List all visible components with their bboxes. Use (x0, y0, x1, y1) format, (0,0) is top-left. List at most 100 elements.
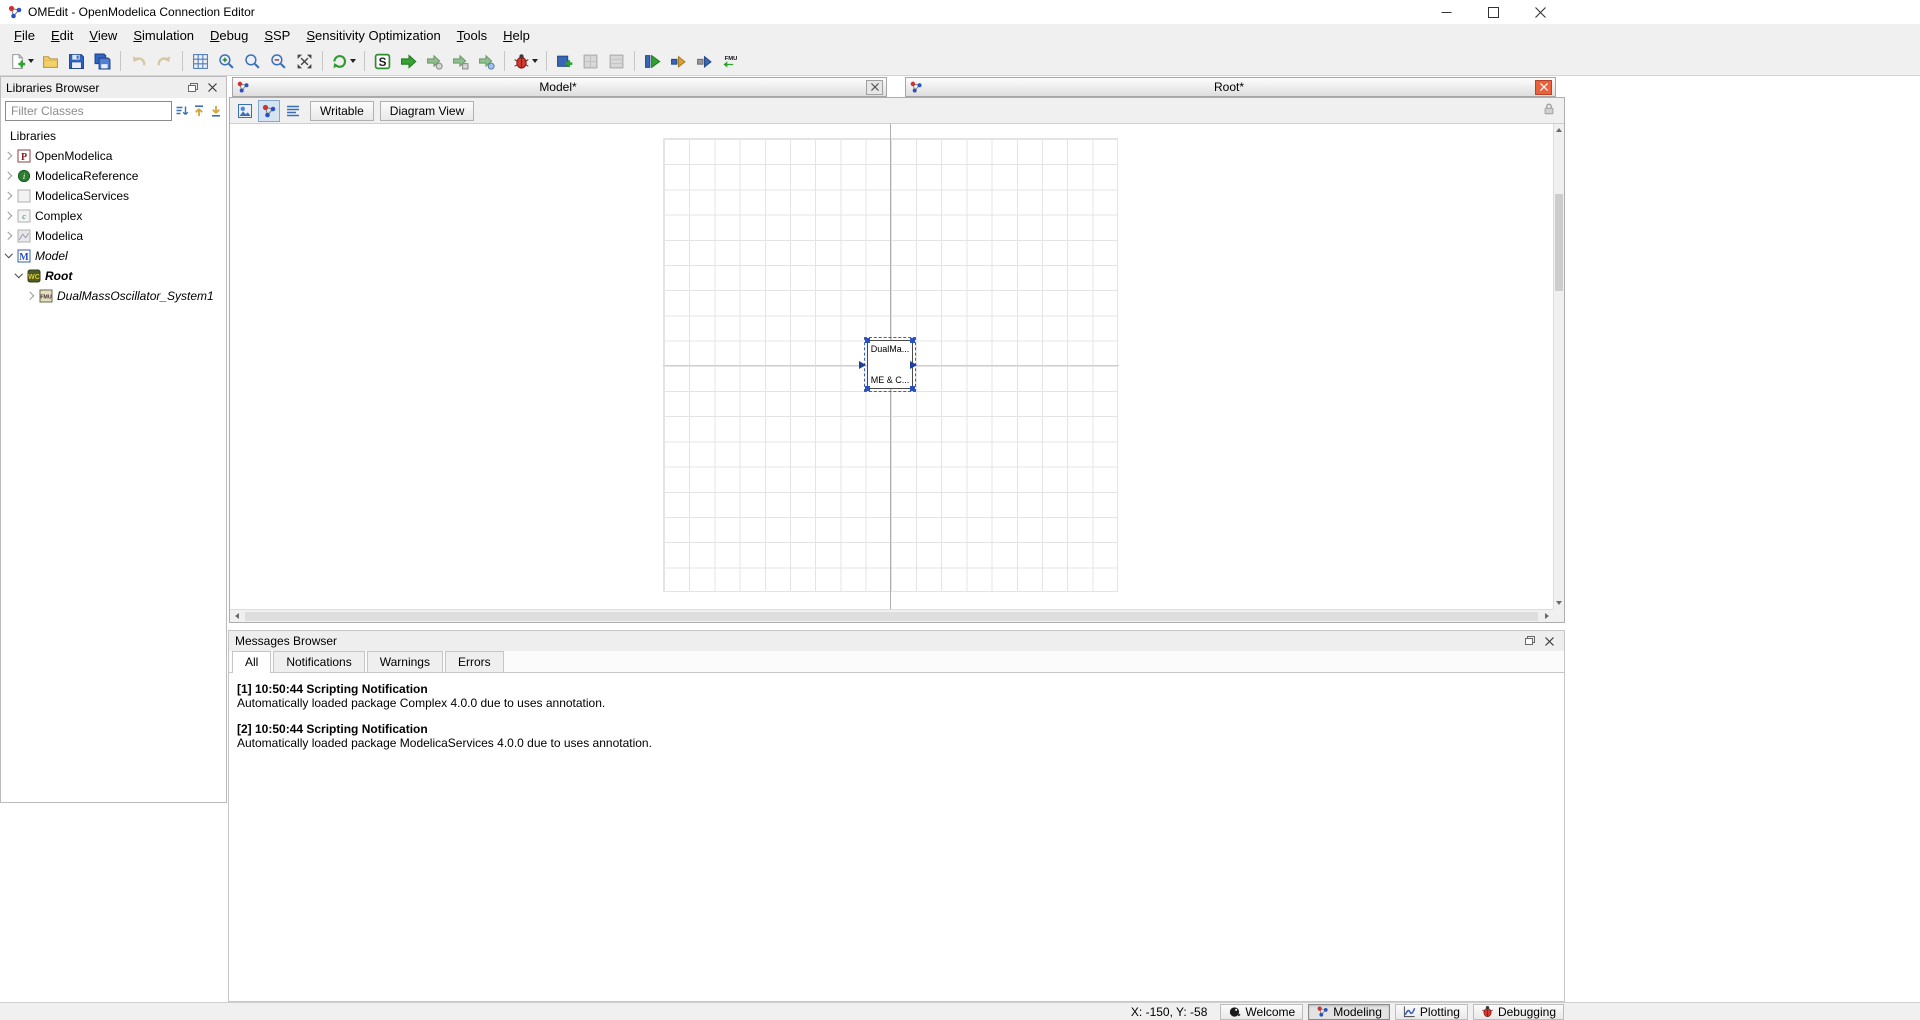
menu-tools[interactable]: Tools (449, 25, 495, 46)
collapse-all-button[interactable] (209, 102, 223, 121)
tree-item-modelicaservices[interactable]: ModelicaServices (1, 186, 226, 206)
zoom-in-button[interactable] (214, 49, 239, 74)
menu-sensitivity-optimization[interactable]: Sensitivity Optimization (298, 25, 448, 46)
tab-warnings[interactable]: Warnings (367, 651, 443, 672)
resize-handle[interactable] (865, 386, 870, 391)
tlm-simulate-button[interactable] (640, 49, 665, 74)
add-submodel-fmu-icon: FMU (722, 53, 739, 70)
perspective-modeling-button[interactable]: Modeling (1308, 1004, 1390, 1020)
model-window-titlebar[interactable]: Model* (232, 77, 887, 97)
fetch-interface-data-button[interactable] (666, 49, 691, 74)
menu-edit[interactable]: Edit (43, 25, 81, 46)
expand-chevron-icon[interactable] (5, 192, 13, 200)
perspective-welcome-button[interactable]: Welcome (1220, 1004, 1303, 1020)
perspective-plotting-button[interactable]: Plotting (1395, 1004, 1468, 1020)
resize-handle[interactable] (865, 338, 870, 343)
root-window-titlebar[interactable]: Root* (905, 77, 1556, 97)
vertical-scrollbar[interactable] (1553, 124, 1564, 609)
check-all-models-button[interactable] (604, 49, 629, 74)
debug-button[interactable] (510, 49, 541, 74)
icon-view-button[interactable] (234, 100, 256, 122)
align-interfaces-button[interactable] (692, 49, 717, 74)
filter-classes-input[interactable] (5, 101, 172, 121)
simulate-transformational-debugger-button[interactable] (422, 49, 447, 74)
minimize-button[interactable] (1423, 0, 1470, 24)
zoom-out-button[interactable] (266, 49, 291, 74)
root-window-close-button[interactable] (1535, 80, 1552, 95)
tab-errors[interactable]: Errors (445, 651, 504, 672)
simulate-animation-button[interactable] (474, 49, 499, 74)
statusbar: X: -150, Y: -58 Welcome Modeling Plottin… (0, 1002, 1920, 1020)
component-dualmassoscillator[interactable]: DualMa... ME & C... (867, 340, 913, 389)
perspective-debugging-button[interactable]: Debugging (1473, 1004, 1564, 1020)
expand-chevron-icon[interactable] (5, 212, 13, 220)
simulate-button[interactable] (396, 49, 421, 74)
menu-file[interactable]: File (6, 25, 43, 46)
resize-handle[interactable] (910, 338, 915, 343)
tab-all[interactable]: All (232, 651, 271, 673)
redo-button[interactable] (152, 49, 177, 74)
menu-debug[interactable]: Debug (202, 25, 256, 46)
vertical-scroll-thumb[interactable] (1555, 194, 1563, 291)
output-connector-icon[interactable] (910, 361, 917, 369)
collapse-chevron-icon[interactable] (5, 252, 13, 260)
menu-ssp[interactable]: SSP (256, 25, 298, 46)
menu-help[interactable]: Help (495, 25, 538, 46)
expand-chevron-icon[interactable] (5, 152, 13, 160)
toolbar-separator (546, 51, 547, 71)
sort-classes-button[interactable] (175, 102, 189, 121)
close-dock-button[interactable] (1541, 634, 1558, 649)
view-mode-button[interactable]: Diagram View (380, 101, 474, 121)
simulate-algorithmic-debugger-button[interactable] (448, 49, 473, 74)
save-button[interactable] (64, 49, 89, 74)
input-connector-icon[interactable] (859, 361, 866, 369)
float-dock-button[interactable] (184, 80, 201, 95)
fit-to-diagram-button[interactable] (292, 49, 317, 74)
instantiate-model-button[interactable] (552, 49, 577, 74)
model-window-close-button[interactable] (866, 80, 883, 95)
simulation-setup-button[interactable]: S (370, 49, 395, 74)
tree-item-root[interactable]: WC Root (1, 266, 226, 286)
scroll-down-button[interactable] (1554, 597, 1564, 609)
save-all-button[interactable] (90, 49, 115, 74)
close-dock-button[interactable] (204, 80, 221, 95)
tree-item-openmodelica[interactable]: P OpenModelica (1, 146, 226, 166)
tab-notifications[interactable]: Notifications (273, 651, 364, 672)
horizontal-scroll-thumb[interactable] (245, 612, 1538, 621)
diagram-canvas[interactable]: DualMa... ME & C... (230, 124, 1553, 609)
undo-button[interactable] (126, 49, 151, 74)
scroll-right-button[interactable] (1540, 610, 1553, 622)
tree-item-complex[interactable]: c Complex (1, 206, 226, 226)
diagram-view-button[interactable] (258, 100, 280, 122)
tree-item-modelica[interactable]: Modelica (1, 226, 226, 246)
re-simulate-button[interactable] (328, 49, 359, 74)
reset-zoom-button[interactable] (240, 49, 265, 74)
tree-item-dualmassoscillator-system1[interactable]: FMU DualMassOscillator_System1 (1, 286, 226, 306)
maximize-button[interactable] (1470, 0, 1517, 24)
scroll-up-button[interactable] (1554, 124, 1564, 136)
float-dock-button[interactable] (1521, 634, 1538, 649)
open-model-button[interactable] (38, 49, 63, 74)
main-toolbar: S FMU (0, 47, 1920, 76)
horizontal-scrollbar[interactable] (230, 609, 1553, 622)
check-model-button[interactable] (578, 49, 603, 74)
menu-view[interactable]: View (81, 25, 125, 46)
menu-simulation[interactable]: Simulation (125, 25, 202, 46)
scroll-left-button[interactable] (230, 610, 243, 622)
text-view-button[interactable] (282, 100, 304, 122)
collapse-chevron-icon[interactable] (15, 272, 23, 280)
save-all-icon (94, 53, 111, 70)
add-submodel-fmu-button[interactable]: FMU (718, 49, 743, 74)
expand-all-button[interactable] (192, 102, 206, 121)
new-model-button[interactable] (6, 49, 37, 74)
tree-item-modelicareference[interactable]: i ModelicaReference (1, 166, 226, 186)
tree-item-model[interactable]: M Model (1, 246, 226, 266)
expand-chevron-icon[interactable] (5, 232, 13, 240)
writable-button[interactable]: Writable (310, 101, 374, 121)
model-window-title: Model* (252, 80, 864, 94)
resize-handle[interactable] (910, 386, 915, 391)
show-grid-button[interactable] (188, 49, 213, 74)
expand-chevron-icon[interactable] (5, 172, 13, 180)
close-button[interactable] (1517, 0, 1564, 24)
expand-chevron-icon[interactable] (27, 292, 35, 300)
